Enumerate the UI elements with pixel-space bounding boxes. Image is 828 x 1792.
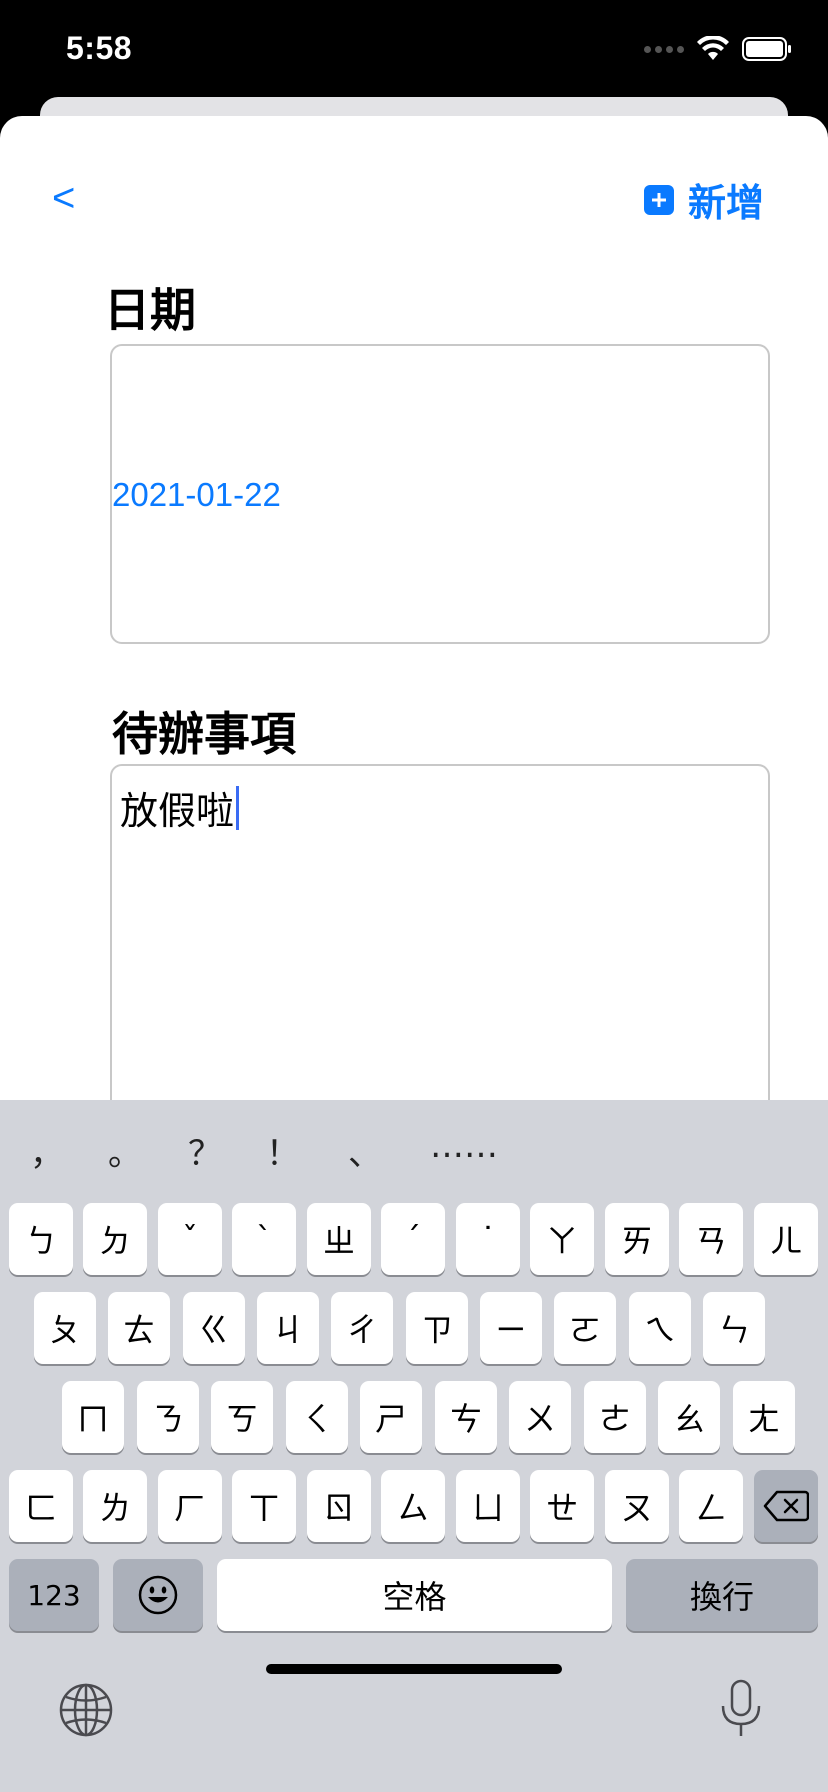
key[interactable]: ㄈ [9, 1470, 73, 1542]
key[interactable]: ˊ [381, 1203, 445, 1275]
key[interactable]: ㄎ [211, 1381, 273, 1453]
key[interactable]: ㄤ [733, 1381, 795, 1453]
backspace-icon [763, 1490, 809, 1522]
key[interactable]: ㄉ [83, 1203, 147, 1275]
date-label: 日期 [104, 283, 196, 337]
key[interactable]: ㄟ [629, 1292, 691, 1364]
key[interactable]: ㄑ [286, 1381, 348, 1453]
wifi-icon [696, 36, 730, 62]
key[interactable]: ㄡ [605, 1470, 669, 1542]
key[interactable]: ㄚ [530, 1203, 594, 1275]
keyboard: ， 。 ？ ！ 、 …… ㄅ ㄉ ˇ ˋ ㄓ ˊ ˙ ㄚ ㄞ ㄢ ㄦ ㄆ ㄊ ㄍ… [0, 1100, 828, 1792]
key[interactable]: ㄢ [679, 1203, 743, 1275]
key[interactable]: ㄘ [435, 1381, 497, 1453]
space-key[interactable]: 空格 [217, 1559, 612, 1631]
status-time: 5:58 [66, 30, 133, 66]
key[interactable]: ㄜ [584, 1381, 646, 1453]
key[interactable]: ㄝ [530, 1470, 594, 1542]
key[interactable]: ˇ [158, 1203, 222, 1275]
home-indicator [266, 1664, 562, 1674]
date-picker-field[interactable]: 2021-01-22 [110, 344, 770, 644]
suggestion-item[interactable]: 、 [348, 1126, 382, 1175]
key[interactable]: ㄒ [232, 1470, 296, 1542]
suggestion-item[interactable]: ， [30, 1126, 64, 1175]
suggestion-item[interactable]: ？ [188, 1126, 222, 1175]
numbers-key[interactable]: 123 [9, 1559, 99, 1631]
status-bar: 5:58 [0, 0, 828, 110]
key[interactable]: ˋ [232, 1203, 296, 1275]
microphone-icon[interactable] [718, 1678, 764, 1740]
key[interactable]: ㄋ [137, 1381, 199, 1453]
key[interactable]: ㄙ [381, 1470, 445, 1542]
key[interactable]: ㄅ [9, 1203, 73, 1275]
key[interactable]: ㄦ [754, 1203, 818, 1275]
battery-icon [742, 37, 792, 61]
key[interactable]: ㄩ [456, 1470, 520, 1542]
key[interactable]: ㄔ [331, 1292, 393, 1364]
delete-key[interactable] [754, 1470, 818, 1542]
suggestion-bar: ， 。 ？ ！ 、 …… [0, 1100, 828, 1196]
key[interactable]: ㄥ [679, 1470, 743, 1542]
return-key[interactable]: 換行 [626, 1559, 818, 1631]
key[interactable]: ㄍ [183, 1292, 245, 1364]
key[interactable]: ㄛ [554, 1292, 616, 1364]
todo-text-value: 放假啦 [120, 780, 240, 835]
cellular-signal-icon [644, 45, 684, 53]
key[interactable]: ㄐ [257, 1292, 319, 1364]
key[interactable]: ㄏ [158, 1470, 222, 1542]
key[interactable]: ㄧ [480, 1292, 542, 1364]
back-button[interactable]: < [52, 176, 75, 221]
key[interactable]: ㄇ [62, 1381, 124, 1453]
key[interactable]: ㄊ [108, 1292, 170, 1364]
key[interactable]: ㄣ [703, 1292, 765, 1364]
key[interactable]: ㄓ [307, 1203, 371, 1275]
key[interactable]: ㄌ [83, 1470, 147, 1542]
globe-icon[interactable] [58, 1682, 114, 1738]
suggestion-item[interactable]: ！ [266, 1126, 300, 1175]
plus-square-icon [643, 184, 674, 215]
text-caret [236, 785, 240, 830]
key[interactable]: ㄞ [605, 1203, 669, 1275]
key[interactable]: ㄨ [509, 1381, 571, 1453]
todo-label: 待辦事項 [112, 707, 296, 761]
emoji-key[interactable] [113, 1559, 203, 1631]
key[interactable]: ㄖ [307, 1470, 371, 1542]
add-button[interactable]: 新增 [643, 172, 764, 227]
date-value[interactable]: 2021-01-22 [112, 476, 281, 514]
todo-text: 放假啦 [120, 789, 235, 833]
key[interactable]: ㄕ [360, 1381, 422, 1453]
key[interactable]: ㄠ [658, 1381, 720, 1453]
status-icons [644, 36, 792, 62]
key[interactable]: ㄗ [406, 1292, 468, 1364]
suggestion-item[interactable]: 。 [108, 1126, 142, 1175]
notch [183, 0, 645, 66]
key[interactable]: ˙ [456, 1203, 520, 1275]
add-button-label: 新增 [687, 181, 764, 225]
suggestion-item[interactable]: …… [430, 1126, 498, 1166]
emoji-icon [138, 1575, 178, 1615]
key[interactable]: ㄆ [34, 1292, 96, 1364]
